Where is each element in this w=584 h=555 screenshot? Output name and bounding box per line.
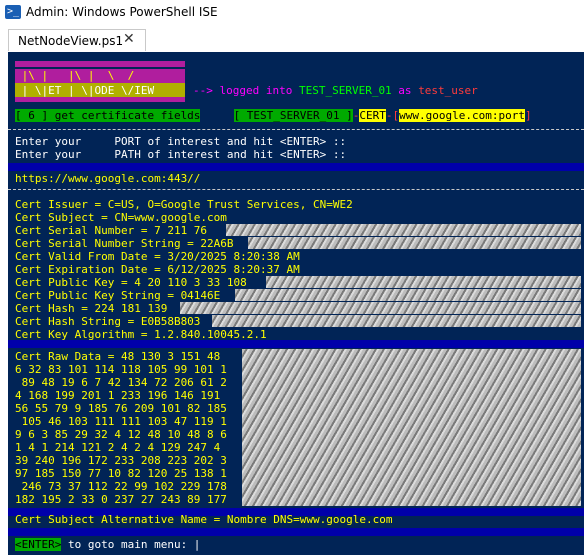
redacted-block xyxy=(235,289,581,301)
cert-serial: Cert Serial Number = 7 211 76 xyxy=(15,224,208,237)
redacted-block xyxy=(226,224,581,236)
cert-valid-from: Cert Valid From Date = 3/20/2025 8:20:38… xyxy=(15,250,300,263)
raw-line: 56 55 79 9 185 76 209 101 82 185 xyxy=(15,402,227,415)
raw-line: 1 4 1 214 121 2 4 2 4 129 247 4 xyxy=(15,441,221,454)
divider-2 xyxy=(8,189,584,190)
banner-logo-line1: |\ | |\ | \ / xyxy=(15,69,135,82)
divider xyxy=(8,129,584,130)
cert-expiration: Cert Expiration Date = 6/12/2025 8:20:37… xyxy=(15,263,300,276)
raw-line: 9 6 3 85 29 32 4 12 48 10 48 8 6 xyxy=(15,428,227,441)
raw-line: Cert Raw Data = 48 130 3 151 48 xyxy=(15,350,221,363)
banner-logo-line2: | \|ET | \|ODE \/IEW xyxy=(15,84,155,97)
separator-band xyxy=(8,340,584,348)
status-dash: -[ xyxy=(385,109,400,122)
login-status: --> logged into TEST_SERVER_01 as test_u… xyxy=(193,84,478,97)
status-target: www.google.com:port xyxy=(399,109,525,122)
status-port: port xyxy=(498,109,526,122)
banner-strip-4 xyxy=(15,97,185,102)
raw-line: 105 46 103 111 111 103 47 119 1 xyxy=(15,415,227,428)
raw-line: 182 195 2 33 0 237 27 243 89 177 xyxy=(15,493,227,506)
redacted-block xyxy=(266,276,581,288)
port-prompt: Enter your PORT of interest and hit <ENT… xyxy=(15,135,347,148)
redacted-block xyxy=(212,315,581,327)
cert-hash: Cert Hash = 224 181 139 xyxy=(15,302,168,315)
close-icon[interactable]: ✕ xyxy=(123,31,135,47)
footer-text: to goto main menu: | xyxy=(61,538,201,551)
menu-option: [ 6 ] get certificate fields xyxy=(15,109,201,122)
raw-line: 246 73 37 112 22 99 102 229 178 xyxy=(15,480,227,493)
login-prefix: --> logged into xyxy=(193,84,299,97)
login-server: TEST_SERVER_01 xyxy=(298,84,392,97)
cert-public-key: Cert Public Key = 4 20 110 3 33 108 xyxy=(15,276,247,289)
redacted-block xyxy=(180,302,581,314)
tab-bar: NetNodeView.ps1 ✕ xyxy=(0,26,584,52)
login-user: test_user xyxy=(418,84,478,97)
raw-line: 97 185 150 77 10 82 120 25 138 1 xyxy=(15,467,227,480)
powershell-icon: >_ xyxy=(5,5,21,19)
enter-key: <ENTER> xyxy=(15,538,62,551)
path-prompt: Enter your PATH of interest and hit <ENT… xyxy=(15,148,347,161)
status-server: [ TEST_SERVER_01 ] xyxy=(233,109,353,122)
redacted-block xyxy=(242,349,581,506)
raw-line: 39 240 196 172 233 208 223 202 3 xyxy=(15,454,227,467)
cert-issuer: Cert Issuer = C=US, O=Google Trust Servi… xyxy=(15,198,353,211)
cert-hash-string: Cert Hash String = E0B58B803 xyxy=(15,315,201,328)
cert-public-key-string: Cert Public Key String = 04146E xyxy=(15,289,221,302)
separator-band xyxy=(8,528,584,536)
tab-label: NetNodeView.ps1 xyxy=(18,34,124,48)
status-host: www.google.com xyxy=(399,109,492,122)
window-titlebar: >_ Admin: Windows PowerShell ISE xyxy=(0,0,584,26)
cert-san: Cert Subject Alternative Name = Nombre D… xyxy=(15,513,393,526)
raw-line: 6 32 83 101 114 118 105 99 101 1 xyxy=(15,363,227,376)
window-title: Admin: Windows PowerShell ISE xyxy=(26,5,218,19)
status-end: ] xyxy=(525,109,532,122)
separator-band xyxy=(8,163,584,171)
tab-netnodeview[interactable]: NetNodeView.ps1 ✕ xyxy=(8,29,146,51)
cert-serial-string: Cert Serial Number String = 22A6B xyxy=(15,237,234,250)
status-cert: CERT xyxy=(359,109,386,122)
console-pane[interactable]: ------------- |\ | |\ | \ / | \|ET | \|O… xyxy=(8,52,584,555)
login-as: as xyxy=(391,84,419,97)
status-colon: : xyxy=(491,109,499,122)
cert-subject: Cert Subject = CN=www.google.com xyxy=(15,211,227,224)
raw-line: 89 48 19 6 7 42 134 72 206 61 2 xyxy=(15,376,227,389)
redacted-block xyxy=(248,237,581,249)
raw-line: 4 168 199 201 1 233 196 146 191 xyxy=(15,389,221,402)
target-url: https://www.google.com:443// xyxy=(15,172,201,185)
menu-line: [ 6 ] get certificate fields [ TEST_SERV… xyxy=(15,109,532,122)
footer-prompt[interactable]: <ENTER> to goto main menu: | xyxy=(15,538,200,551)
